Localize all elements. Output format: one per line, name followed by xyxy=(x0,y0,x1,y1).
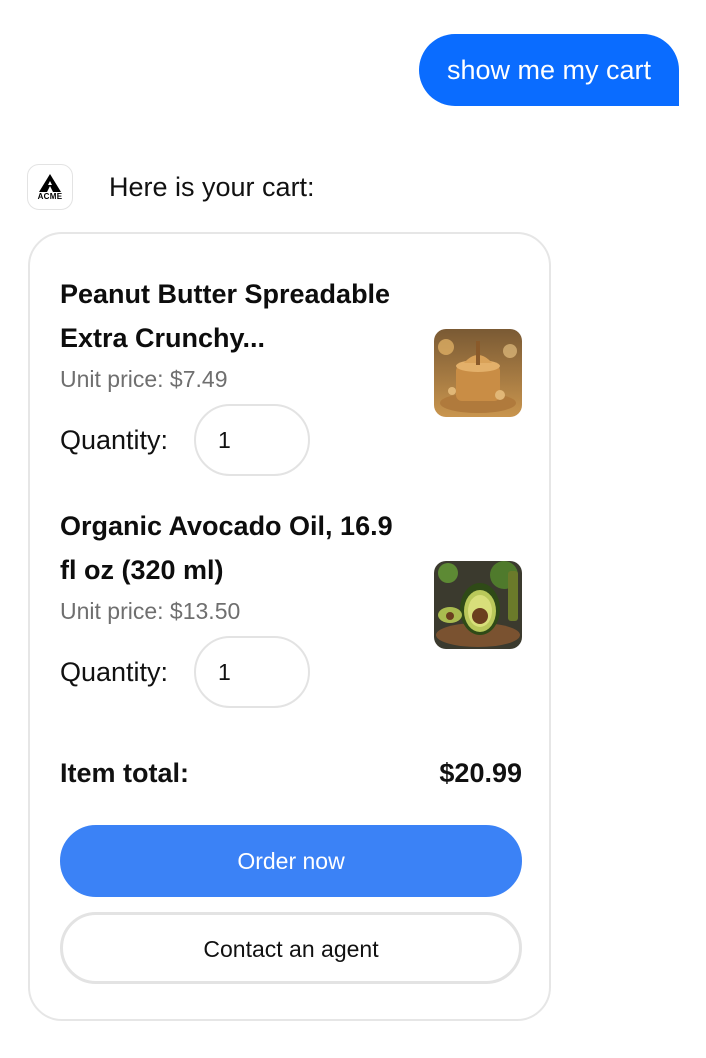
item-unit-price: Unit price: $7.49 xyxy=(60,366,228,392)
item-total-row: Item total: $20.99 xyxy=(60,756,522,792)
quantity-label: Quantity: xyxy=(60,657,169,687)
cart-item: Peanut Butter Spreadable Extra Crunchy..… xyxy=(60,272,522,482)
acme-logo-icon xyxy=(39,173,61,192)
assistant-message: Here is your cart: xyxy=(109,172,315,202)
cart-item: Organic Avocado Oil, 16.9 fl oz (320 ml)… xyxy=(60,504,522,714)
acme-logo-avatar: ACME xyxy=(27,164,73,210)
item-total-value: $20.99 xyxy=(439,758,522,788)
quantity-label: Quantity: xyxy=(60,425,169,455)
item-total-label: Item total: xyxy=(60,758,190,788)
peanut-butter-image xyxy=(434,329,522,417)
contact-agent-button[interactable]: Contact an agent xyxy=(60,912,522,984)
item-unit-price: Unit price: $13.50 xyxy=(60,598,241,624)
order-now-button[interactable]: Order now xyxy=(60,825,522,897)
quantity-input[interactable] xyxy=(194,636,310,708)
cart-card: Peanut Butter Spreadable Extra Crunchy..… xyxy=(28,232,551,1021)
user-message-bubble: show me my cart xyxy=(418,34,679,106)
quantity-input[interactable] xyxy=(194,404,310,476)
avocado-oil-image xyxy=(434,561,522,649)
acme-logo-text: ACME xyxy=(37,191,63,201)
item-name: Peanut Butter Spreadable Extra Crunchy..… xyxy=(60,279,391,353)
item-name: Organic Avocado Oil, 16.9 fl oz (320 ml) xyxy=(60,511,393,585)
